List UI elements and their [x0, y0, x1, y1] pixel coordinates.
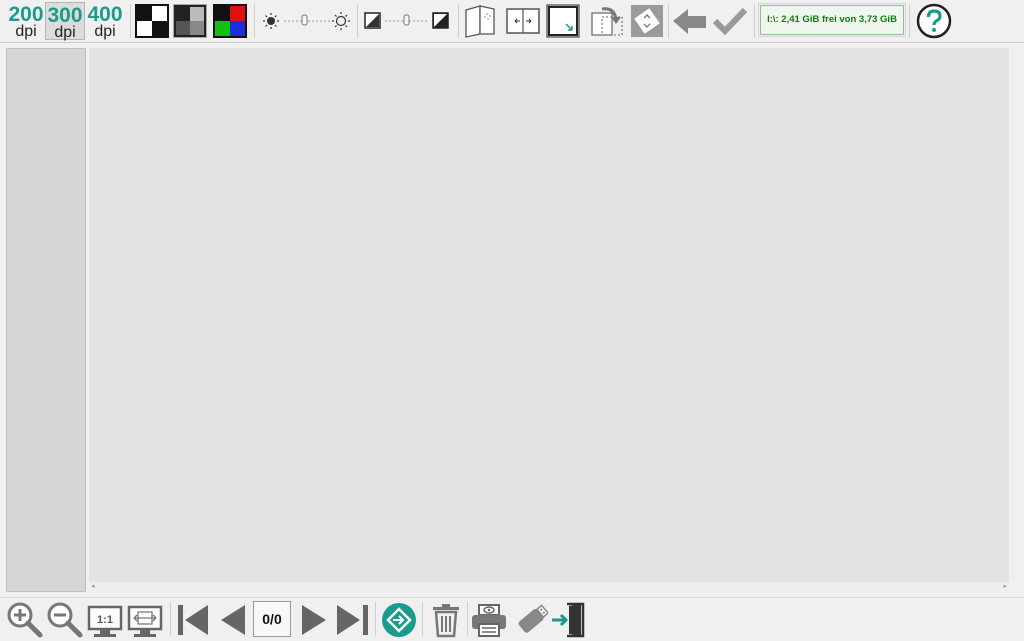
toolbar-divider [909, 4, 910, 38]
dpi-400-value: 400 [87, 3, 123, 26]
toolbar-divider [668, 4, 669, 38]
first-page-icon [178, 605, 208, 635]
grayscale-mode-button[interactable] [173, 4, 207, 38]
scan-start-icon [382, 603, 416, 637]
contrast-high-icon [432, 12, 449, 29]
dpi-400-button[interactable]: 400 dpi [85, 2, 125, 40]
next-page-button[interactable] [296, 601, 334, 639]
color-mode-button[interactable] [213, 4, 247, 38]
delete-button[interactable] [428, 601, 466, 639]
contrast-slider[interactable] [363, 2, 453, 40]
undo-arrow-icon [673, 9, 706, 34]
dpi-200-unit: dpi [15, 23, 37, 40]
zoom-in-icon [7, 602, 43, 638]
dpi-300-button[interactable]: 300 dpi [45, 2, 85, 41]
print-icon [472, 604, 506, 637]
print-button[interactable] [470, 601, 508, 639]
crop-icon [546, 4, 580, 38]
zoom-fit-width-button[interactable] [127, 601, 165, 639]
checkmark-icon [712, 7, 748, 36]
rotate-page-icon [591, 7, 623, 36]
contrast-thumb[interactable] [403, 14, 410, 26]
help-button[interactable] [916, 3, 952, 39]
bottom-toolbar: 1:1 0/0 [0, 597, 1024, 641]
toolbar-divider [458, 4, 459, 38]
zoom-out-button[interactable] [46, 601, 84, 639]
dpi-200-value: 200 [8, 3, 44, 26]
contrast-low-icon [364, 12, 381, 29]
last-page-button[interactable] [333, 601, 371, 639]
page-counter: 0/0 [253, 601, 291, 637]
toolbar-divider [130, 4, 131, 38]
svg-text:1:1: 1:1 [97, 614, 113, 626]
zoom-actual-size-icon: 1:1 [87, 605, 123, 637]
zoom-in-button[interactable] [6, 601, 44, 639]
scroll-left-arrow-icon[interactable]: ◂ [91, 582, 95, 590]
first-page-button[interactable] [175, 601, 213, 639]
auto-rotate-icon [631, 5, 663, 37]
zoom-out-icon [47, 602, 83, 638]
brightness-low-icon [263, 13, 279, 29]
brightness-thumb[interactable] [301, 14, 308, 26]
usb-export-button[interactable] [510, 601, 548, 639]
scan-start-button[interactable] [380, 601, 418, 639]
page-preview-area[interactable] [89, 48, 1009, 582]
exit-button[interactable] [550, 601, 588, 639]
zoom-fit-width-icon [127, 605, 163, 637]
next-page-icon [302, 605, 326, 635]
grayscale-mode-icon [174, 5, 206, 37]
vertical-scrollbar[interactable] [1009, 48, 1019, 582]
crop-button[interactable] [546, 4, 580, 38]
trash-icon [433, 604, 459, 638]
dpi-300-value: 300 [47, 4, 83, 27]
last-page-icon [337, 605, 368, 635]
top-toolbar: 200 dpi 300 dpi 400 dpi I:\: 2,41 GiB fr… [0, 0, 1024, 43]
auto-rotate-button[interactable] [630, 4, 664, 38]
toolbar-divider [467, 602, 468, 636]
dpi-400-unit: dpi [94, 23, 116, 40]
black-white-mode-icon [135, 4, 169, 38]
black-white-mode-button[interactable] [135, 4, 169, 38]
color-mode-icon [213, 4, 247, 38]
toolbar-divider [754, 4, 755, 38]
brightness-slider[interactable] [262, 2, 352, 40]
split-page-button[interactable] [506, 4, 540, 38]
previous-page-icon [221, 605, 245, 635]
horizontal-scrollbar[interactable]: ◂ ▸ [89, 582, 1009, 592]
undo-button[interactable] [672, 4, 706, 38]
duplex-pages-button[interactable] [463, 4, 497, 38]
thumbnail-panel[interactable] [6, 48, 86, 592]
dpi-200-button[interactable]: 200 dpi [6, 2, 46, 40]
usb-export-icon [518, 604, 548, 633]
toolbar-divider [375, 602, 376, 636]
storage-status: I:\: 2,41 GiB frei von 3,73 GiB [758, 3, 906, 37]
split-page-icon [506, 8, 540, 34]
zoom-actual-size-button[interactable]: 1:1 [87, 601, 125, 639]
scroll-right-arrow-icon[interactable]: ▸ [1003, 582, 1007, 590]
brightness-high-icon [332, 12, 350, 30]
duplex-pages-icon [465, 5, 495, 38]
accept-button[interactable] [712, 4, 748, 38]
dpi-300-unit: dpi [54, 24, 76, 41]
rotate-page-button[interactable] [590, 4, 624, 38]
previous-page-button[interactable] [215, 601, 253, 639]
toolbar-divider [357, 4, 358, 38]
exit-icon [552, 602, 585, 638]
toolbar-divider [170, 602, 171, 636]
toolbar-divider [254, 4, 255, 38]
toolbar-divider [422, 602, 423, 636]
help-icon [916, 3, 952, 39]
